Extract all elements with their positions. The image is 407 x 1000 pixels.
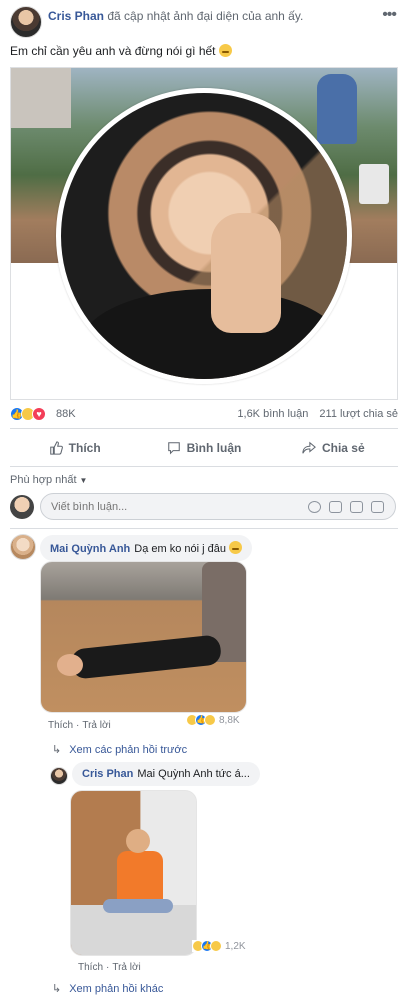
caret-down-icon: ▼ (79, 476, 88, 485)
reply-arrow-icon: ↳ (52, 744, 62, 756)
comment-icon (167, 442, 180, 455)
shushing-emoji-icon (229, 541, 243, 554)
sort-label: Phù hợp nhất (10, 474, 77, 486)
share-button-label: Chia sẻ (321, 441, 365, 455)
sad-reaction-icon (204, 714, 216, 726)
comment-sort-dropdown[interactable]: Phù hợp nhất ▼ (10, 474, 87, 486)
commenter-avatar[interactable] (10, 534, 36, 560)
comment-composer (10, 492, 398, 522)
caption-text: Em chỉ cần yêu anh và đừng nói gì hết (10, 44, 216, 58)
sad-reaction-icon (210, 940, 222, 952)
comment-bubble: Mai Quỳnh Anh Dạ em ko nói j đâu (40, 535, 253, 561)
thumbs-up-icon (49, 441, 63, 455)
viewer-avatar (10, 495, 34, 519)
share-button[interactable]: Chia sẻ (269, 433, 398, 463)
author-name[interactable]: Cris Phan (48, 9, 104, 23)
reply-arrow-icon: ↳ (52, 983, 62, 995)
divider (10, 528, 398, 529)
reaction-icons[interactable]: 👍 ♥ (10, 407, 46, 421)
post-action-text: đã cập nhật ảnh đại diện của anh ấy. (107, 9, 304, 23)
profile-picture (56, 88, 352, 384)
post-caption: Em chỉ cần yêu anh và đừng nói gì hết (10, 44, 232, 58)
camera-icon[interactable] (329, 501, 342, 513)
divider (10, 466, 398, 467)
view-previous-replies[interactable]: ↳ Xem các phản hồi trước (52, 743, 187, 756)
share-count[interactable]: 211 lượt chia sẻ (319, 408, 398, 420)
post-header: Cris Phan đã cập nhật ảnh đại diện của a… (10, 6, 400, 40)
reply-text: Mai Quỳnh Anh tức á... (137, 768, 250, 780)
gif-icon[interactable] (350, 501, 363, 513)
comment-reaction-count: 8,8K (219, 714, 240, 726)
profile-photo-post[interactable] (10, 67, 398, 400)
like-button[interactable]: Thích (10, 433, 139, 463)
view-other-replies[interactable]: ↳ Xem phản hồi khác (52, 982, 163, 995)
view-other-replies-label: Xem phản hồi khác (69, 983, 164, 995)
commenter-name[interactable]: Mai Quỳnh Anh (50, 543, 130, 555)
composer-icons (308, 501, 384, 513)
more-dots-icon[interactable]: ••• (382, 6, 397, 24)
reply-reply-link[interactable]: Trả lời (112, 962, 140, 973)
comment-count[interactable]: 1,6K bình luận (237, 408, 308, 420)
reply-avatar[interactable] (50, 767, 68, 785)
reaction-count[interactable]: 88K (56, 408, 76, 420)
comment-text: Dạ em ko nói j đâu (134, 543, 226, 555)
comment-button[interactable]: Bình luận (139, 433, 268, 463)
like-button-label: Thích (68, 441, 101, 455)
reply-photo[interactable] (70, 790, 197, 956)
comment-reply-link[interactable]: Trả lời (82, 720, 110, 731)
reply-bubble: Cris Phan Mai Quỳnh Anh tức á... (72, 762, 260, 786)
reply-meta: Thích · Trả lời (78, 962, 141, 973)
post-stats: 👍 ♥ 88K 1,6K bình luận 211 lượt chia sẻ (10, 404, 398, 424)
reply-reactions[interactable]: 👍 1,2K (192, 940, 246, 952)
shushing-emoji-icon (218, 44, 232, 57)
love-reaction-icon: ♥ (32, 407, 46, 421)
view-previous-replies-label: Xem các phản hồi trước (69, 744, 188, 756)
comment-reactions[interactable]: 👍 8,8K (186, 714, 240, 726)
share-arrow-icon (302, 441, 316, 454)
comment-meta: Thích · Trả lời (48, 720, 111, 731)
divider (10, 428, 398, 429)
emoji-icon[interactable] (308, 501, 321, 513)
comment-photo[interactable] (40, 561, 247, 713)
reply-reaction-count: 1,2K (225, 940, 246, 952)
author-avatar[interactable] (10, 6, 42, 38)
comment-button-label: Bình luận (186, 441, 242, 455)
reply-author[interactable]: Cris Phan (82, 768, 133, 780)
post-header-text: Cris Phan đã cập nhật ảnh đại diện của a… (48, 9, 303, 23)
sticker-icon[interactable] (371, 501, 384, 513)
reply-like-link[interactable]: Thích (78, 962, 103, 973)
post-actions: Thích Bình luận Chia sẻ (10, 433, 398, 463)
comment-like-link[interactable]: Thích (48, 720, 73, 731)
